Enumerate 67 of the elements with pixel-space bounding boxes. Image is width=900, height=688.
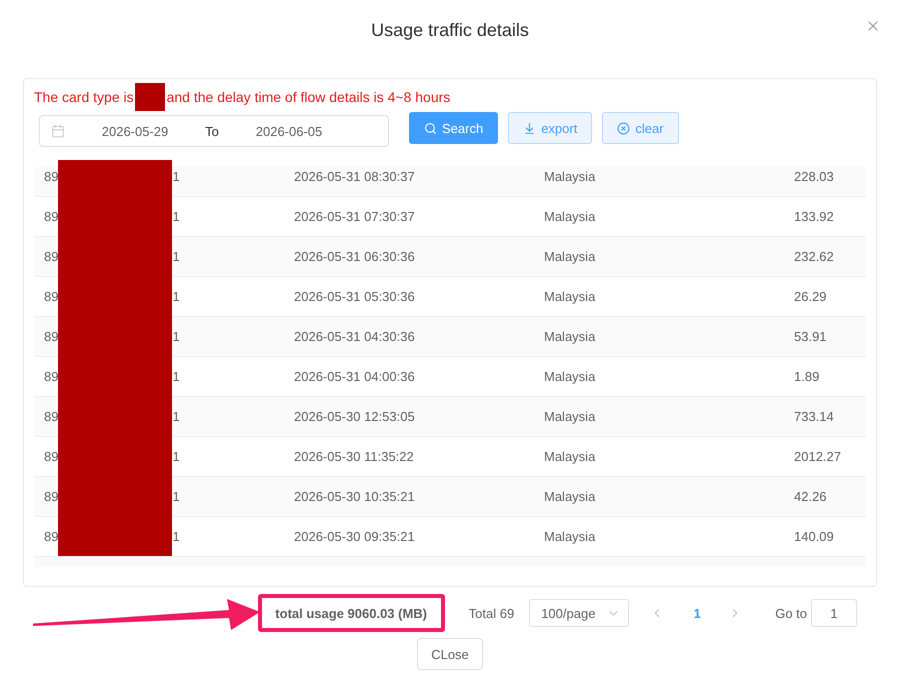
table-cell-text: 2026-05-30 11:35:22 [293, 449, 415, 464]
start-date-field[interactable]: 2026-05-29 [65, 119, 205, 143]
table-cell-text: 228.03 [793, 169, 835, 184]
table-cell-text: 2012.27 [793, 449, 842, 464]
table-cell-text: Malaysia [543, 409, 596, 424]
table-cell-text: 2026-05-30 12:53:05 [293, 409, 416, 424]
table-cell-text: Malaysia [543, 289, 596, 304]
notice-text: The card type is [34, 89, 134, 105]
table-cell-text: Malaysia [543, 529, 596, 544]
table-cell-text: 2026-05-31 07:30:37 [293, 209, 416, 224]
table-cell-text: Malaysia [543, 489, 596, 504]
table-cell-text: 42.26 [793, 489, 828, 504]
table-cell-text: 26.29 [793, 289, 828, 304]
table-cell-text: Malaysia [543, 209, 596, 224]
table-cell-text: Malaysia [543, 169, 596, 184]
total-usage-text: total usage 9060.03 (MB) [275, 606, 428, 620]
table-cell-text: 733.14 [793, 409, 835, 424]
card-number-end: 1 [172, 289, 180, 304]
table-cell-text: 2026-05-30 09:35:21 [293, 529, 416, 544]
circle-x-icon [617, 122, 630, 134]
page-size-select[interactable]: 100/page [529, 599, 630, 627]
table-cell-text: 140.09 [793, 529, 835, 544]
table-cell-text: Malaysia [543, 329, 596, 344]
card-number-end: 1 [172, 169, 180, 184]
table-cell-text: 232.62 [793, 249, 835, 264]
table-cell-text: 2026-05-31 06:30:36 [293, 249, 416, 264]
table-cell-text: 1.89 [793, 369, 820, 384]
table-cell-text: 2026-05-31 04:30:36 [293, 329, 416, 344]
table-cell-text: Malaysia [543, 449, 596, 464]
table-cell-text: 2026-05-31 04:00:36 [293, 369, 416, 384]
card-number-start: 89 [44, 489, 58, 504]
end-date-field[interactable]: 2026-06-05 [219, 119, 359, 143]
card-number-start: 89 [44, 169, 58, 184]
search-icon [424, 122, 437, 134]
dialog-title: Usage traffic details [371, 19, 529, 42]
close-dialog-button[interactable]: CLose [417, 638, 483, 670]
table-cell-text: 2026-05-31 05:30:36 [293, 289, 416, 304]
table-cell-text: Malaysia [543, 249, 596, 264]
card-number-start: 89 [44, 209, 58, 224]
card-number-start: 89 [44, 289, 58, 304]
card-number-start: 89 [44, 409, 58, 424]
card-number-end: 1 [172, 209, 180, 224]
card-number-end: 1 [172, 249, 180, 264]
card-number-start: 89 [44, 529, 58, 544]
table-cell-text: 133.92 [793, 209, 835, 224]
date-range-picker[interactable]: 2026-05-29 To 2026-06-05 [39, 115, 389, 147]
card-number-start: 89 [44, 369, 58, 384]
notice-text: and the delay time of flow details is 4~8 hours [166, 89, 450, 105]
card-number-start: 89 [44, 249, 58, 264]
card-number-end: 1 [172, 489, 180, 504]
download-icon [523, 122, 536, 134]
range-separator: To [205, 124, 219, 138]
goto-label: Go to [775, 606, 807, 620]
goto-page-field[interactable]: 1 [811, 599, 857, 627]
card-number-start: 89 [44, 329, 58, 344]
table-cell-text: 2026-05-30 10:35:21 [293, 489, 416, 504]
card-number-start: 89 [44, 449, 58, 464]
total-count: Total 69 [468, 606, 514, 620]
table-cell-text: 2026-05-31 08:30:37 [293, 169, 416, 184]
table-cell-text: 53.91 [793, 329, 828, 344]
card-number-end: 1 [172, 369, 180, 384]
card-number-end: 1 [172, 329, 180, 344]
card-number-end: 1 [172, 529, 180, 544]
card-number-end: 1 [172, 449, 180, 464]
calendar-icon [51, 124, 65, 138]
card-number-end: 1 [172, 409, 180, 424]
table-cell-text: Malaysia [543, 369, 596, 384]
